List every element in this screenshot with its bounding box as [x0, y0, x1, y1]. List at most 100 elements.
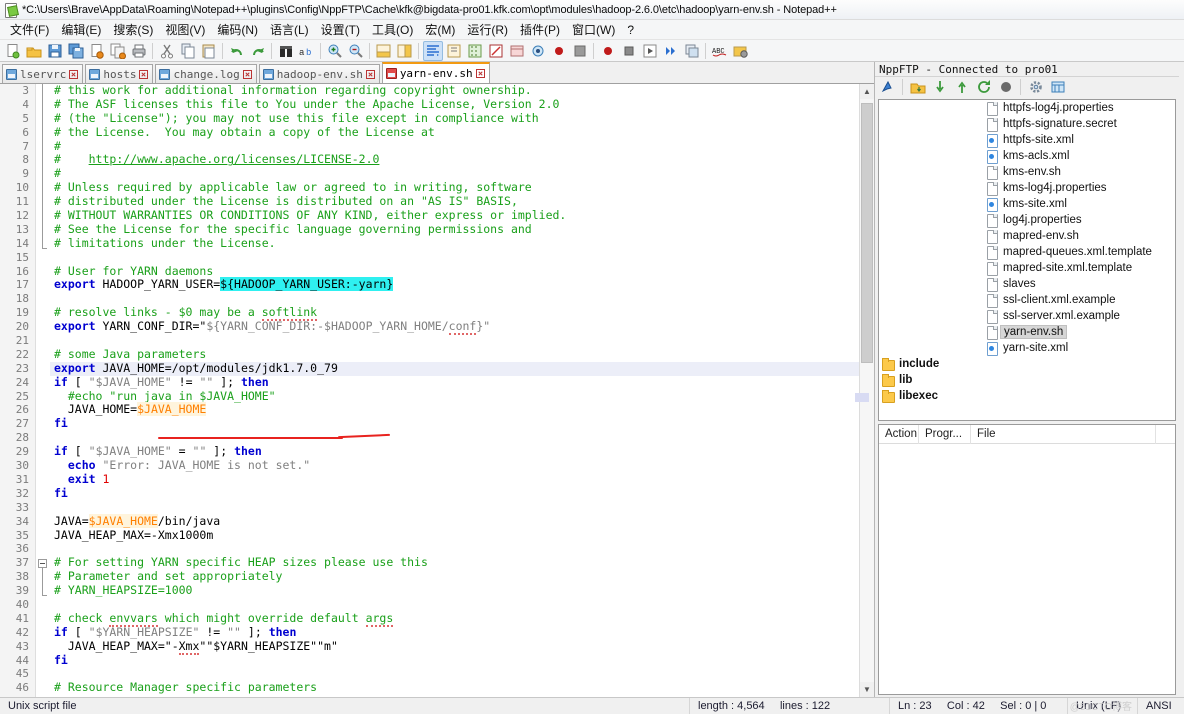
sync-horizontal-icon[interactable]: [395, 41, 415, 61]
code-line[interactable]: export JAVA_HOME=/opt/modules/jdk1.7.0_7…: [50, 361, 859, 376]
ftp-list-item[interactable]: mapred-queues.xml.template: [879, 244, 1175, 260]
column-action[interactable]: Action: [879, 424, 919, 444]
menu-encoding[interactable]: 编码(N): [211, 19, 264, 40]
ftp-list-item[interactable]: httpfs-signature.secret: [879, 116, 1175, 132]
menu-plugins[interactable]: 插件(P): [514, 19, 566, 40]
run-macro-icon[interactable]: [731, 41, 751, 61]
code-line[interactable]: # For setting YARN specific HEAP sizes p…: [50, 555, 859, 570]
close-all-icon[interactable]: [108, 41, 128, 61]
code-line[interactable]: [50, 542, 859, 556]
ftp-list-item[interactable]: yarn-site.xml: [879, 340, 1175, 356]
find-icon[interactable]: [276, 41, 296, 61]
code-line[interactable]: echo "Error: JAVA_HOME is not set.": [50, 458, 859, 473]
code-line[interactable]: # Parameter and set appropriately: [50, 569, 859, 584]
menu-file[interactable]: 文件(F): [4, 19, 55, 40]
show-all-chars-icon[interactable]: [444, 41, 464, 61]
refresh-icon[interactable]: [974, 77, 994, 97]
menu-edit[interactable]: 编辑(E): [55, 19, 107, 40]
upload-icon[interactable]: [952, 77, 972, 97]
folder-as-workspace-icon[interactable]: [549, 41, 569, 61]
settings-icon[interactable]: [1026, 77, 1046, 97]
print-icon[interactable]: [129, 41, 149, 61]
menu-search[interactable]: 搜索(S): [107, 19, 159, 40]
ftp-list-item[interactable]: kms-acls.xml: [879, 148, 1175, 164]
ftp-list-item[interactable]: kms-site.xml: [879, 196, 1175, 212]
column-file[interactable]: File: [971, 424, 1156, 444]
ftp-list-item[interactable]: mapred-env.sh: [879, 228, 1175, 244]
code-line[interactable]: fi: [50, 416, 859, 431]
code-line[interactable]: # resolve links - $0 may be a softlink: [50, 305, 859, 322]
ftp-list-item[interactable]: httpfs-log4j.properties: [879, 100, 1175, 116]
replace-icon[interactable]: ab: [297, 41, 317, 61]
save-icon[interactable]: [45, 41, 65, 61]
macro-play-icon[interactable]: [640, 41, 660, 61]
menu-window[interactable]: 窗口(W): [566, 19, 621, 40]
code-line[interactable]: JAVA_HEAP_MAX="-Xmx""$YARN_HEAPSIZE""m": [50, 638, 859, 655]
scrollbar-track[interactable]: [855, 99, 874, 682]
download-icon[interactable]: [930, 77, 950, 97]
spell-check-icon[interactable]: ABC: [710, 41, 730, 61]
code-line[interactable]: exit 1: [50, 472, 859, 487]
code-line[interactable]: # http://www.apache.org/licenses/LICENSE…: [50, 153, 859, 167]
document-tab-hosts[interactable]: hosts: [85, 64, 154, 83]
code-line[interactable]: if [ "$JAVA_HOME" = "" ]; then: [50, 444, 859, 459]
macro-play-multiple-icon[interactable]: [661, 41, 681, 61]
user-defined-dialog-icon[interactable]: [486, 41, 506, 61]
code-line[interactable]: # some Java parameters: [50, 347, 859, 362]
code-line[interactable]: export HADOOP_YARN_USER=${HADOOP_YARN_US…: [50, 277, 859, 292]
tab-close-icon[interactable]: [69, 69, 79, 79]
tab-close-icon[interactable]: [475, 69, 485, 78]
open-file-icon[interactable]: [24, 41, 44, 61]
code-line[interactable]: fi: [50, 486, 859, 501]
code-text[interactable]: # this work for additional information r…: [50, 84, 859, 697]
connect-icon[interactable]: [878, 77, 898, 97]
ftp-list-item[interactable]: ssl-client.xml.example: [879, 292, 1175, 308]
ftp-list-item[interactable]: lib: [879, 372, 1175, 388]
function-list-icon[interactable]: [528, 41, 548, 61]
queue-list[interactable]: [879, 444, 1175, 694]
ftp-list-item[interactable]: kms-log4j.properties: [879, 180, 1175, 196]
editor-vertical-scrollbar[interactable]: ▲ ▼: [855, 84, 874, 697]
code-line[interactable]: # YARN_HEAPSIZE=1000: [50, 583, 859, 598]
monitor-icon[interactable]: [570, 41, 590, 61]
abort-icon[interactable]: [996, 77, 1016, 97]
tab-close-icon[interactable]: [365, 69, 375, 79]
code-line[interactable]: [50, 667, 859, 681]
messages-icon[interactable]: [1048, 77, 1068, 97]
zoom-out-icon[interactable]: [346, 41, 366, 61]
menu-run[interactable]: 运行(R): [461, 19, 514, 40]
code-line[interactable]: JAVA=$JAVA_HOME/bin/java: [50, 513, 859, 529]
undo-icon[interactable]: [227, 41, 247, 61]
ftp-list-item[interactable]: include: [879, 356, 1175, 372]
document-tab-lservrc[interactable]: lservrc: [2, 64, 84, 83]
document-tab-change-log[interactable]: change.log: [155, 64, 257, 83]
ftp-list-item[interactable]: httpfs-site.xml: [879, 132, 1175, 148]
code-line[interactable]: JAVA_HOME=$JAVA_HOME: [50, 402, 859, 417]
code-line[interactable]: #echo "run java in $JAVA_HOME": [50, 388, 859, 405]
code-line[interactable]: #: [50, 166, 859, 181]
ftp-list-item[interactable]: yarn-env.sh: [879, 324, 1175, 340]
nppftp-file-tree[interactable]: httpfs-log4j.properties httpfs-signature.…: [878, 99, 1176, 421]
ftp-list-item[interactable]: mapred-site.xml.template: [879, 260, 1175, 276]
code-line[interactable]: # (the "License"); you may not use this …: [50, 111, 859, 126]
code-line[interactable]: # limitations under the License.: [50, 236, 859, 251]
menu-settings[interactable]: 设置(T): [315, 19, 366, 40]
menu-tools[interactable]: 工具(O): [366, 19, 419, 40]
code-line[interactable]: [50, 251, 859, 265]
macro-record-icon[interactable]: [598, 41, 618, 61]
code-line[interactable]: # WITHOUT WARRANTIES OR CONDITIONS OF AN…: [50, 208, 859, 223]
ftp-list-item[interactable]: kms-env.sh: [879, 164, 1175, 180]
paste-icon[interactable]: [199, 41, 219, 61]
ftp-list-item[interactable]: libexec: [879, 388, 1175, 404]
code-line[interactable]: # User for YARN daemons: [50, 264, 859, 279]
scroll-down-arrow[interactable]: ▼: [860, 682, 874, 697]
new-file-icon[interactable]: [3, 41, 23, 61]
code-line[interactable]: #: [50, 139, 859, 154]
code-editor[interactable]: 3 4 5 6 7 8 9 10 11 12 13 14 15 16 17 18 19 20 21 22 23 24 25 2…: [0, 84, 859, 697]
download-folder-icon[interactable]: [908, 77, 928, 97]
code-line[interactable]: [50, 598, 859, 612]
column-progress[interactable]: Progr...: [919, 424, 971, 444]
code-line[interactable]: # distributed under the License is distr…: [50, 194, 859, 209]
copy-icon[interactable]: [178, 41, 198, 61]
code-line[interactable]: # check envvars which might override def…: [50, 610, 859, 627]
